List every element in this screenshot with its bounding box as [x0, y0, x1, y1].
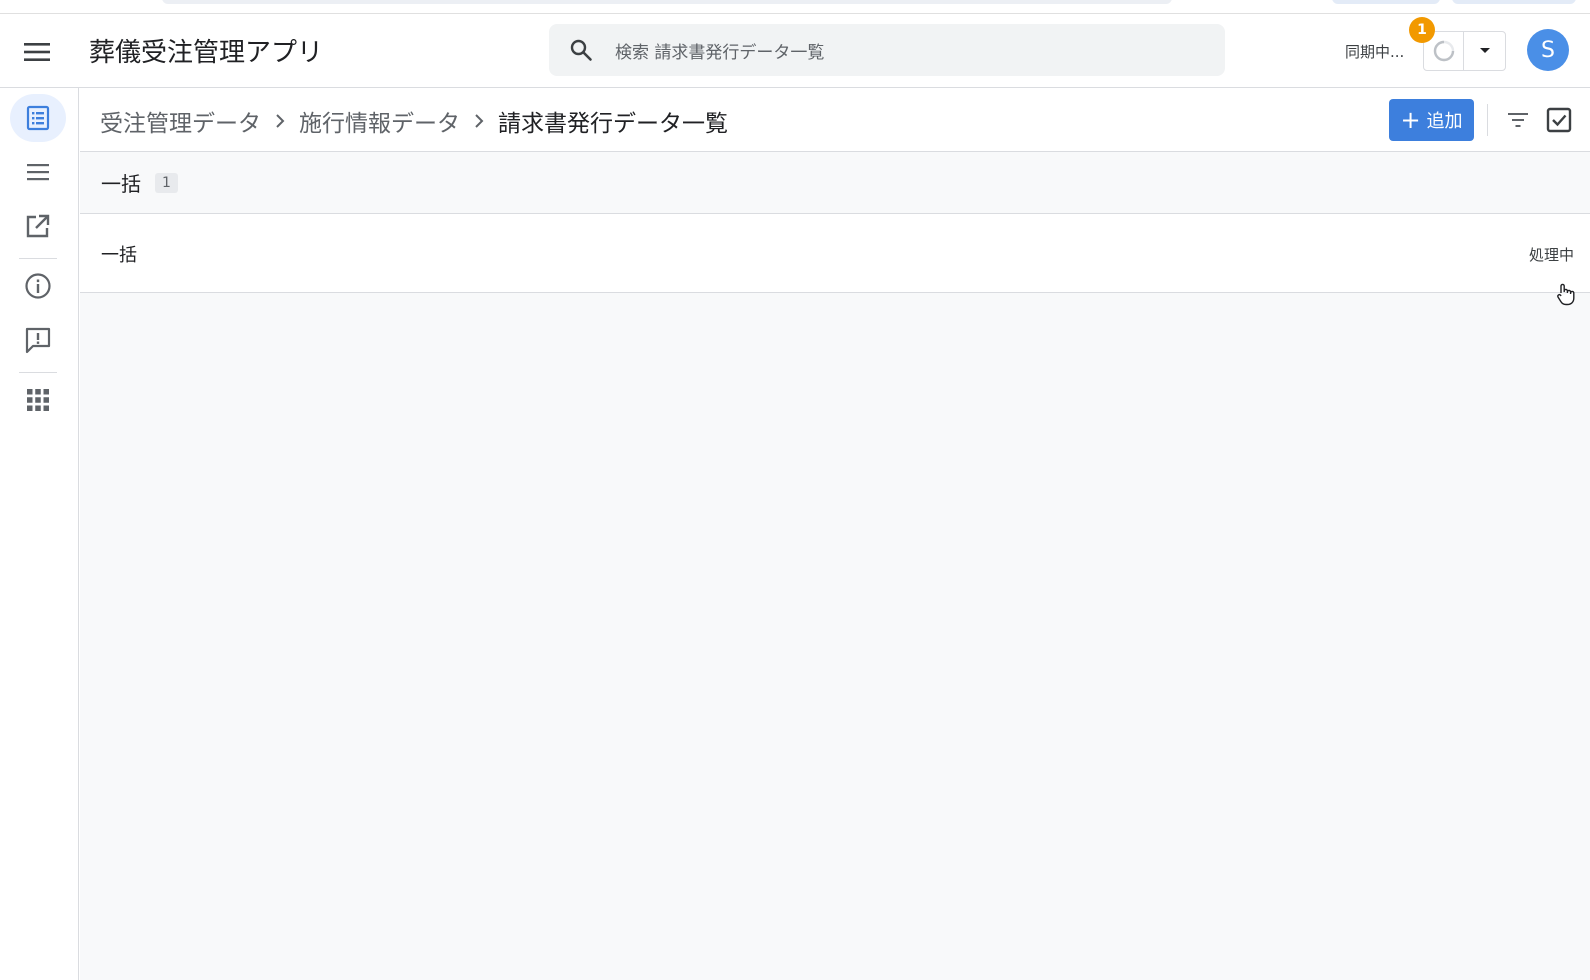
apps-grid-icon: [27, 389, 49, 411]
nav-info[interactable]: [10, 262, 66, 310]
group-count-badge: 1: [155, 172, 178, 193]
chevron-right-icon: [275, 113, 285, 129]
top-strip-bar: [162, 0, 1172, 4]
side-nav: [0, 88, 79, 980]
add-button-label: 追加: [1426, 111, 1463, 132]
top-strip-pill: [1332, 0, 1440, 4]
avatar[interactable]: S: [1527, 29, 1569, 71]
info-icon: [25, 273, 51, 299]
checkbox-checked-icon: [1546, 107, 1572, 133]
list-item[interactable]: 一括 処理中: [80, 214, 1590, 293]
hamburger-icon: [24, 43, 50, 61]
view-toolbar: 受注管理データ 施行情報データ 請求書発行データ一覧 + 追加: [80, 88, 1590, 152]
app-bar: 葬儀受注管理アプリ 検索 請求書発行データ一覧 同期中... 1 S: [0, 14, 1590, 88]
search-icon: [567, 36, 595, 64]
sync-dropdown-button[interactable]: [1464, 32, 1505, 70]
menu-lines-icon: [27, 164, 49, 181]
group-title: 一括: [101, 172, 141, 196]
notification-badge[interactable]: 1: [1409, 17, 1435, 43]
nav-apps[interactable]: [10, 376, 66, 424]
select-mode-button[interactable]: [1542, 103, 1576, 137]
hand-cursor-icon: [1557, 283, 1575, 306]
breadcrumb-item[interactable]: 受注管理データ: [100, 104, 261, 138]
app-title: 葬儀受注管理アプリ: [89, 38, 324, 68]
plus-icon: +: [1400, 106, 1421, 134]
hamburger-menu-button[interactable]: [14, 29, 60, 75]
search-input[interactable]: 検索 請求書発行データ一覧: [615, 38, 824, 63]
breadcrumb-current: 請求書発行データ一覧: [498, 111, 728, 137]
nav-open-external[interactable]: [10, 202, 66, 250]
open-external-icon: [26, 214, 50, 238]
breadcrumb: 受注管理データ 施行情報データ 請求書発行データ一覧: [100, 104, 728, 138]
group-header[interactable]: 一括 1: [80, 152, 1590, 214]
nav-feedback[interactable]: [10, 316, 66, 364]
toolbar-divider: [1487, 104, 1488, 136]
nav-divider: [19, 258, 57, 259]
filter-button[interactable]: [1502, 104, 1534, 136]
top-strip-pill: [1452, 0, 1576, 4]
sync-status-label: 同期中...: [1345, 43, 1405, 61]
nav-list-view[interactable]: [10, 94, 66, 142]
feedback-icon: [25, 327, 51, 354]
main-content: 受注管理データ 施行情報データ 請求書発行データ一覧 + 追加 一括 1 一括 …: [80, 88, 1590, 980]
status-text: 処理中: [1528, 246, 1574, 264]
list-item-title: 一括: [101, 245, 137, 266]
sync-control: [1423, 31, 1506, 71]
top-strip: [0, 0, 1590, 14]
list-view-icon: [26, 105, 50, 131]
filter-icon: [1508, 113, 1528, 127]
add-button[interactable]: + 追加: [1389, 99, 1474, 141]
search-bar[interactable]: 検索 請求書発行データ一覧: [549, 24, 1225, 76]
nav-menu[interactable]: [10, 148, 66, 196]
breadcrumb-item[interactable]: 施行情報データ: [299, 104, 460, 138]
chevron-right-icon: [474, 113, 484, 129]
loading-spinner-icon: [1433, 40, 1454, 62]
nav-divider: [19, 372, 57, 373]
caret-down-icon: [1479, 48, 1490, 53]
